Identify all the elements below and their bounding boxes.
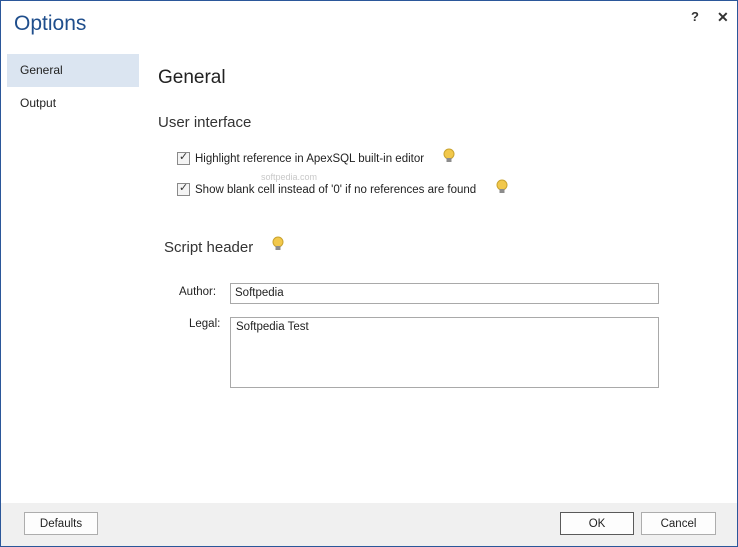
watermark-text: softpedia.com: [261, 172, 318, 182]
show-blank-checkbox[interactable]: [177, 181, 190, 196]
show-blank-label: Show blank cell instead of '0' if no ref…: [195, 183, 477, 196]
ok-button[interactable]: OK: [560, 512, 634, 535]
help-button[interactable]: ?: [691, 9, 699, 24]
nav-item-general[interactable]: General: [7, 54, 139, 87]
lightbulb-icon[interactable]: [271, 236, 285, 252]
sidebar-nav: General Output: [7, 54, 139, 120]
page-title: General: [158, 67, 226, 88]
highlight-reference-checkbox-row[interactable]: Highlight reference in ApexSQL built-in …: [177, 150, 425, 165]
author-label: Author:: [179, 286, 217, 298]
nav-item-output[interactable]: Output: [7, 87, 139, 120]
legal-field[interactable]: Softpedia Test: [230, 317, 659, 388]
close-button[interactable]: ✕: [717, 9, 729, 26]
lightbulb-icon[interactable]: [495, 179, 509, 195]
lightbulb-icon[interactable]: [442, 148, 456, 164]
cancel-button[interactable]: Cancel: [641, 512, 716, 535]
highlight-reference-checkbox[interactable]: [177, 150, 190, 165]
show-blank-checkbox-row[interactable]: Show blank cell instead of '0' if no ref…: [177, 181, 477, 196]
script-header-heading: Script header: [164, 239, 254, 256]
defaults-button[interactable]: Defaults: [24, 512, 98, 535]
dialog-title: Options: [14, 12, 87, 35]
options-dialog: Options ? ✕ General Output General User …: [0, 0, 738, 547]
highlight-reference-label: Highlight reference in ApexSQL built-in …: [195, 152, 425, 165]
user-interface-heading: User interface: [158, 114, 252, 131]
dialog-footer: Defaults OK Cancel: [1, 503, 737, 546]
legal-label: Legal:: [189, 318, 221, 330]
author-field[interactable]: Softpedia: [230, 283, 659, 304]
